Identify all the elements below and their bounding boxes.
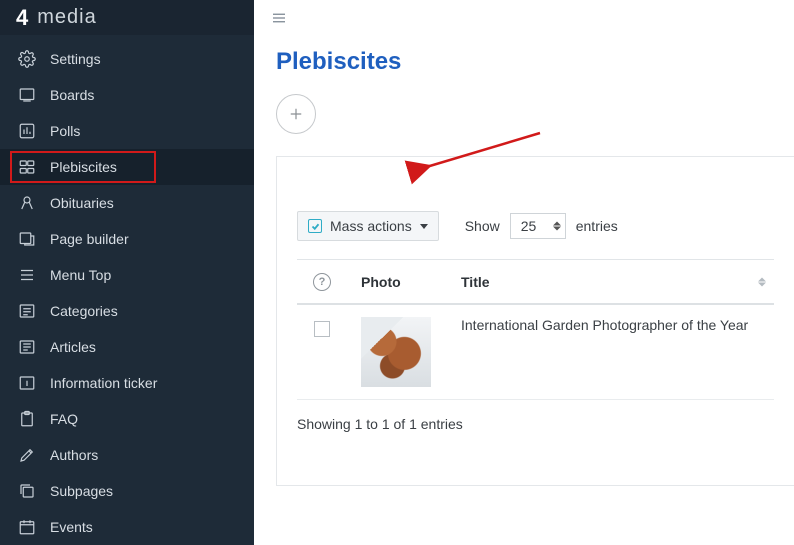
row-checkbox[interactable] [314, 321, 330, 337]
sidebar-item-polls: Polls [0, 113, 254, 149]
sidebar-item-label: Authors [50, 447, 98, 463]
plus-icon [287, 105, 305, 123]
clipboard-icon [18, 410, 36, 428]
sidebar-item-label: Information ticker [50, 375, 157, 391]
news-icon [18, 338, 36, 356]
builder-icon [18, 230, 36, 248]
sidebar-item-label: Events [50, 519, 93, 535]
sidebar-item-label: Menu Top [50, 267, 111, 283]
col-select: ? [297, 260, 347, 305]
board-icon [18, 86, 36, 104]
brand: 4 media [0, 0, 254, 35]
info-icon [18, 374, 36, 392]
brand-text: media [37, 6, 96, 29]
ribbon-icon [18, 194, 36, 212]
sidebar-item-label: Polls [50, 123, 80, 139]
sidebar-item-events: Events [0, 509, 254, 545]
help-icon[interactable]: ? [313, 273, 331, 291]
sidebar-item-settings: Settings [0, 41, 254, 77]
sidebar-item-label: FAQ [50, 411, 78, 427]
sidebar-item-authors: Authors [0, 437, 254, 473]
sidebar-nav: Settings Boards Polls Plebiscites Obitua… [0, 35, 254, 545]
sidebar-item-label: Boards [50, 87, 94, 103]
content-panel: Mass actions Show 25 entries ? Photo [276, 156, 794, 486]
pen-icon [18, 446, 36, 464]
sidebar-item-faq: FAQ [0, 401, 254, 437]
show-label: Show [465, 218, 500, 234]
sidebar-item-plebiscites: Plebiscites [0, 149, 254, 185]
col-photo[interactable]: Photo [347, 260, 447, 305]
sort-arrows-icon [758, 277, 766, 286]
caret-down-icon [420, 224, 428, 229]
menu-icon [18, 266, 36, 284]
mass-actions-button[interactable]: Mass actions [297, 211, 439, 241]
topbar [254, 0, 794, 38]
copy-icon [18, 482, 36, 500]
sidebar-item-obituaries: Obituaries [0, 185, 254, 221]
sidebar-item-label: Subpages [50, 483, 113, 499]
sidebar: 4 media Settings Boards Polls Plebiscite… [0, 0, 254, 545]
add-button[interactable] [276, 94, 316, 134]
page-title: Plebiscites [254, 38, 794, 88]
col-title[interactable]: Title [447, 260, 774, 305]
sidebar-item-pagebuilder: Page builder [0, 221, 254, 257]
sidebar-item-articles: Articles [0, 329, 254, 365]
brand-mark: 4 [16, 5, 27, 31]
data-table: ? Photo Title International Garden Photo… [297, 259, 774, 400]
page-size-select[interactable]: 25 [510, 213, 566, 239]
sidebar-item-label: Settings [50, 51, 101, 67]
mass-actions-label: Mass actions [330, 218, 412, 234]
sidebar-item-label: Page builder [50, 231, 129, 247]
sidebar-item-menutop: Menu Top [0, 257, 254, 293]
table-row: International Garden Photographer of the… [297, 304, 774, 400]
table-footer: Showing 1 to 1 of 1 entries [297, 400, 774, 432]
sidebar-item-label: Plebiscites [50, 159, 117, 175]
check-icon [308, 219, 322, 233]
sidebar-item-categories: Categories [0, 293, 254, 329]
row-thumbnail[interactable] [361, 317, 431, 387]
sidebar-item-infoticker: Information ticker [0, 365, 254, 401]
row-title[interactable]: International Garden Photographer of the… [447, 304, 774, 400]
chart-icon [18, 122, 36, 140]
sidebar-item-subpages: Subpages [0, 473, 254, 509]
layout-icon [18, 158, 36, 176]
main-content: Plebiscites Mass actions Show 25 [254, 0, 794, 545]
list-icon [18, 302, 36, 320]
sidebar-item-label: Obituaries [50, 195, 114, 211]
page-size-value: 25 [521, 218, 537, 234]
sort-arrows-icon [553, 222, 561, 231]
calendar-icon [18, 518, 36, 536]
entries-label: entries [576, 218, 618, 234]
sidebar-item-label: Categories [50, 303, 118, 319]
sidebar-item-label: Articles [50, 339, 96, 355]
gear-icon [18, 50, 36, 68]
sidebar-item-boards: Boards [0, 77, 254, 113]
page-size-control: Show 25 entries [465, 213, 618, 239]
hamburger-icon[interactable] [270, 9, 288, 30]
